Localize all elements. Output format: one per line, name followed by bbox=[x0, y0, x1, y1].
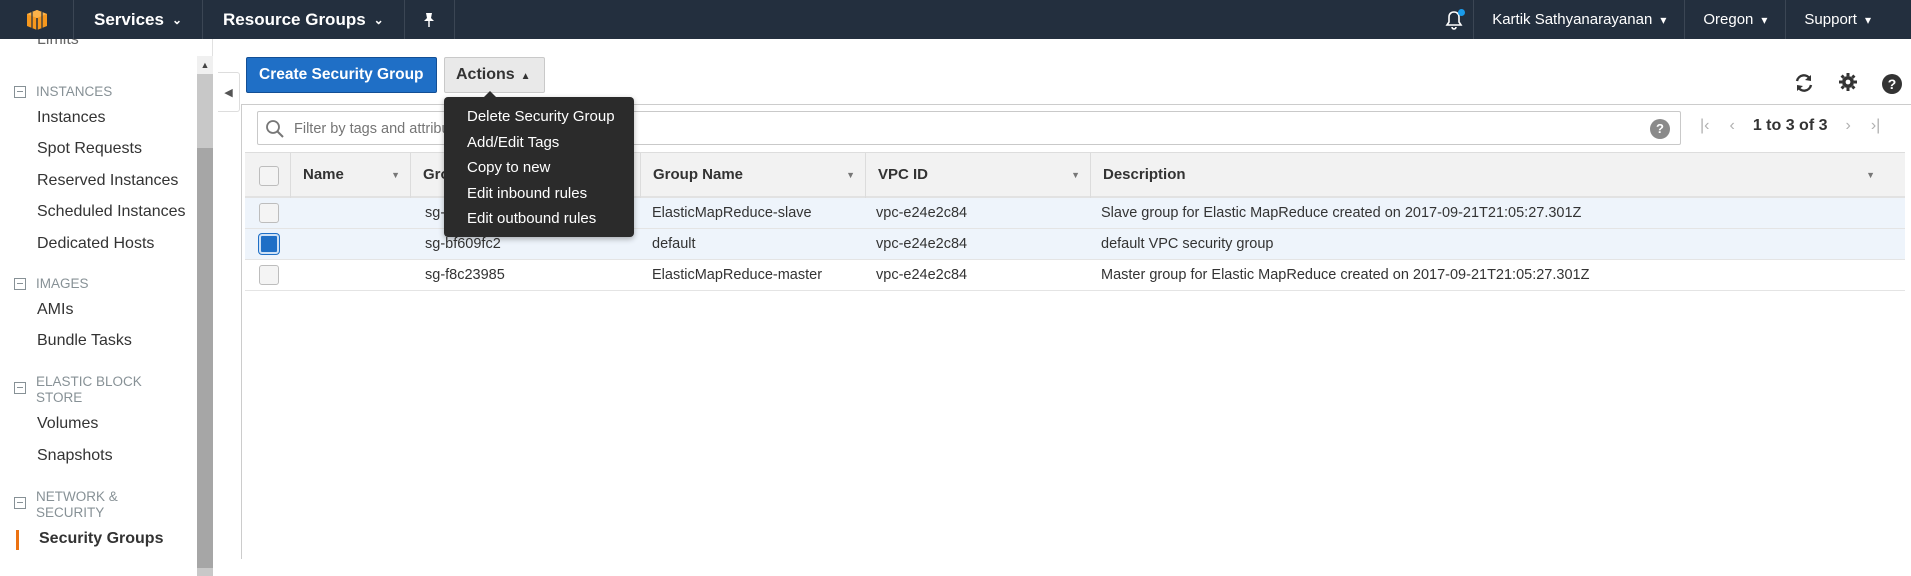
pin-icon[interactable] bbox=[405, 0, 455, 39]
sort-caret-icon: ▼ bbox=[1071, 170, 1080, 180]
pagination: |‹ ‹ 1 to 3 of 3 › ›| bbox=[1690, 117, 1890, 135]
select-all-checkbox[interactable] bbox=[259, 166, 279, 186]
cell-description: Master group for Elastic MapReduce creat… bbox=[1101, 267, 1590, 283]
sidebar-item-security-groups[interactable]: Security Groups bbox=[39, 530, 163, 548]
section-network-security[interactable]: NETWORK & SECURITY bbox=[14, 489, 144, 521]
collapse-icon bbox=[14, 278, 26, 290]
last-page-icon[interactable]: ›| bbox=[1871, 117, 1880, 135]
settings-gear-icon[interactable] bbox=[1838, 72, 1858, 98]
cell-group-id: sg-f8c23985 bbox=[425, 267, 505, 283]
search-icon bbox=[265, 119, 285, 139]
menu-item-delete-security-group[interactable]: Delete Security Group bbox=[444, 104, 634, 130]
active-indicator bbox=[16, 530, 19, 550]
section-elastic-block-store[interactable]: ELASTIC BLOCK STORE bbox=[14, 374, 164, 406]
column-header-description[interactable]: Description ▼ bbox=[1090, 153, 1885, 199]
cell-group-name: ElasticMapReduce-slave bbox=[652, 205, 812, 221]
row-checkbox[interactable] bbox=[259, 234, 279, 254]
refresh-icon[interactable] bbox=[1793, 72, 1815, 100]
row-checkbox[interactable] bbox=[259, 203, 279, 223]
services-label: Services bbox=[94, 9, 164, 29]
sidebar-item-volumes[interactable]: Volumes bbox=[37, 415, 98, 433]
caret-up-icon: ▲ bbox=[520, 71, 531, 82]
chevron-down-icon: ⌄ bbox=[373, 12, 384, 27]
help-icon[interactable]: ? bbox=[1882, 74, 1902, 94]
notification-dot bbox=[1458, 9, 1466, 16]
sidebar: Limits INSTANCES Instances Spot Requests… bbox=[0, 39, 213, 559]
region-label: Oregon bbox=[1703, 11, 1754, 28]
pagination-text: 1 to 3 of 3 bbox=[1752, 117, 1828, 134]
column-header-group-name[interactable]: Group Name ▼ bbox=[640, 153, 865, 199]
cell-group-name: default bbox=[652, 236, 696, 252]
create-security-group-button[interactable]: Create Security Group bbox=[246, 57, 437, 93]
menu-item-add-edit-tags[interactable]: Add/Edit Tags bbox=[444, 130, 634, 156]
sort-caret-icon: ▼ bbox=[1866, 170, 1875, 180]
collapse-sidebar-icon[interactable]: ◀ bbox=[218, 72, 240, 112]
actions-button[interactable]: Actions ▲ bbox=[444, 57, 545, 93]
filter-help-icon[interactable]: ? bbox=[1650, 119, 1670, 139]
menu-item-edit-outbound-rules[interactable]: Edit outbound rules bbox=[444, 206, 634, 232]
caret-down-icon: ▾ bbox=[1864, 12, 1871, 27]
aws-logo-icon[interactable] bbox=[0, 0, 74, 39]
sidebar-item-spot-requests[interactable]: Spot Requests bbox=[37, 140, 142, 158]
user-name: Kartik Sathyanarayanan bbox=[1492, 11, 1653, 28]
prev-page-icon[interactable]: ‹ bbox=[1729, 117, 1734, 135]
cell-vpc-id[interactable]: vpc-e24e2c84 bbox=[876, 229, 967, 259]
user-menu[interactable]: Kartik Sathyanarayanan ▾ bbox=[1473, 0, 1684, 39]
row-checkbox[interactable] bbox=[259, 265, 279, 285]
sidebar-item-scheduled-instances[interactable]: Scheduled Instances bbox=[37, 203, 186, 221]
section-instances[interactable]: INSTANCES bbox=[14, 84, 184, 100]
sidebar-item-dedicated-hosts[interactable]: Dedicated Hosts bbox=[37, 235, 154, 253]
next-page-icon[interactable]: › bbox=[1846, 117, 1851, 135]
collapse-icon bbox=[14, 86, 26, 98]
region-menu[interactable]: Oregon ▾ bbox=[1684, 0, 1785, 39]
actions-dropdown-menu: Delete Security Group Add/Edit Tags Copy… bbox=[444, 91, 634, 237]
sidebar-item-amis[interactable]: AMIs bbox=[37, 301, 73, 319]
cell-description: Slave group for Elastic MapReduce create… bbox=[1101, 205, 1582, 221]
collapse-icon bbox=[14, 382, 26, 394]
cell-vpc-id[interactable]: vpc-e24e2c84 bbox=[876, 260, 967, 290]
sidebar-scrollbar-thumb[interactable] bbox=[197, 148, 213, 568]
sidebar-item-instances[interactable]: Instances bbox=[37, 109, 105, 127]
sidebar-item-limits[interactable]: Limits bbox=[37, 39, 79, 49]
top-nav: Services ⌄ Resource Groups ⌄ Kartik Sath… bbox=[0, 0, 1911, 39]
column-header-name[interactable]: Name ▼ bbox=[290, 153, 410, 199]
menu-item-copy-to-new[interactable]: Copy to new bbox=[444, 155, 634, 181]
resource-groups-label: Resource Groups bbox=[223, 9, 366, 29]
chevron-down-icon: ⌄ bbox=[171, 12, 183, 27]
services-menu[interactable]: Services ⌄ bbox=[74, 0, 204, 39]
support-label: Support bbox=[1804, 11, 1857, 28]
actions-label: Actions bbox=[456, 66, 515, 83]
section-images[interactable]: IMAGES bbox=[14, 276, 184, 292]
sort-caret-icon: ▼ bbox=[846, 170, 855, 180]
sidebar-item-snapshots[interactable]: Snapshots bbox=[37, 447, 113, 465]
cell-vpc-id[interactable]: vpc-e24e2c84 bbox=[876, 198, 967, 228]
notifications-bell-icon[interactable] bbox=[1435, 0, 1473, 39]
caret-down-icon: ▾ bbox=[1660, 12, 1667, 27]
resource-groups-menu[interactable]: Resource Groups ⌄ bbox=[203, 0, 405, 39]
sidebar-item-reserved-instances[interactable]: Reserved Instances bbox=[37, 172, 178, 190]
support-menu[interactable]: Support ▾ bbox=[1785, 0, 1911, 39]
caret-down-icon: ▾ bbox=[1761, 12, 1768, 27]
menu-item-edit-inbound-rules[interactable]: Edit inbound rules bbox=[444, 181, 634, 207]
column-header-vpc-id[interactable]: VPC ID ▼ bbox=[865, 153, 1090, 199]
cell-description: default VPC security group bbox=[1101, 236, 1274, 252]
sidebar-item-bundle-tasks[interactable]: Bundle Tasks bbox=[37, 332, 132, 350]
table-row[interactable]: sg-f8c23985 ElasticMapReduce-master vpc-… bbox=[245, 260, 1905, 291]
cell-group-name: ElasticMapReduce-master bbox=[652, 267, 823, 283]
scroll-up-arrow-icon[interactable]: ▲ bbox=[197, 56, 213, 74]
sort-caret-icon: ▼ bbox=[391, 170, 400, 180]
first-page-icon[interactable]: |‹ bbox=[1700, 117, 1709, 135]
collapse-icon bbox=[14, 497, 26, 509]
